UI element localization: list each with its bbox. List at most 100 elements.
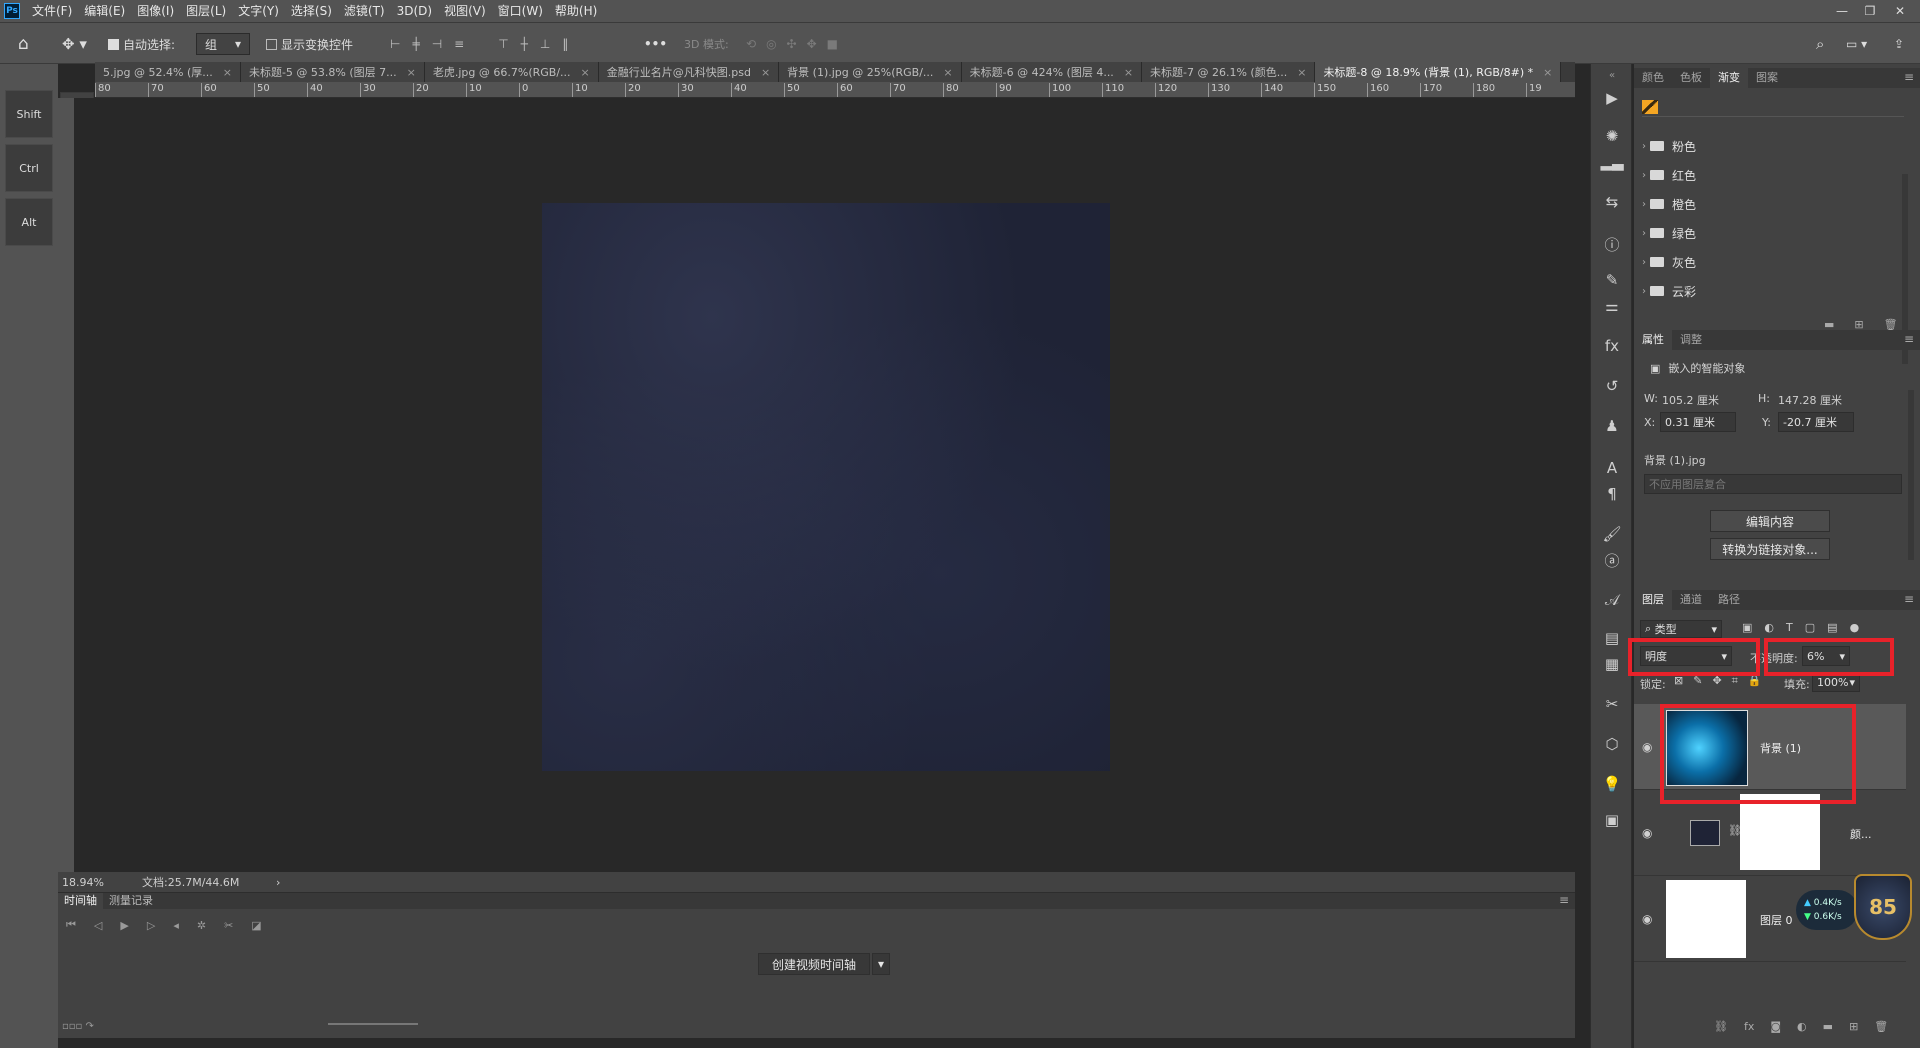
filter-type-icon[interactable]: T — [1786, 621, 1793, 634]
document-tab[interactable]: 未标题-5 @ 53.8% (图层 7... × — [240, 62, 425, 82]
tab-close-icon[interactable]: × — [943, 66, 952, 79]
glyphs-icon[interactable]: ⓐ — [1591, 546, 1633, 574]
filter-adjustment-icon[interactable]: ◐ — [1764, 621, 1774, 634]
create-video-timeline-button[interactable]: 创建视频时间轴 — [758, 953, 870, 975]
lock-artboard-icon[interactable]: ⌗ — [1732, 674, 1738, 688]
panel-tab[interactable]: 路径 — [1710, 590, 1748, 610]
panel-menu-icon[interactable]: ≡ — [1904, 592, 1914, 606]
gradient-folder[interactable]: › 橙色 — [1642, 190, 1904, 218]
distribute-vertical-icon[interactable]: ‖ — [562, 37, 568, 51]
gradient-folder[interactable]: › 绿色 — [1642, 219, 1904, 247]
settings-icon[interactable]: ✲ — [197, 919, 206, 932]
lock-pixels-icon[interactable]: ⊠ — [1674, 674, 1683, 688]
new-group-icon[interactable]: ▬ — [1823, 1020, 1833, 1033]
tab-close-icon[interactable]: × — [407, 66, 416, 79]
visibility-eye-icon[interactable]: ◉ — [1642, 826, 1658, 840]
shape-icon[interactable]: ▣ — [1591, 806, 1633, 834]
tools-icon[interactable]: ✂ — [1591, 690, 1633, 718]
document-tab[interactable]: 背景 (1).jpg @ 25%(RGB/... × — [779, 62, 962, 82]
tab-close-icon[interactable]: × — [761, 66, 770, 79]
align-middle-icon[interactable]: ┼ — [521, 37, 528, 51]
align-left-icon[interactable]: ⊢ — [390, 37, 400, 51]
lock-position-icon[interactable]: ✥ — [1712, 674, 1721, 688]
panel-menu-icon[interactable]: ≡ — [1559, 893, 1569, 909]
tab-close-icon[interactable]: × — [1124, 66, 1133, 79]
panel-tab[interactable]: 属性 — [1634, 330, 1672, 350]
chevron-right-icon[interactable]: › — [1642, 228, 1646, 239]
menu-item[interactable]: 文字(Y) — [232, 0, 285, 22]
brush-settings-icon[interactable]: ✺ — [1591, 122, 1633, 150]
share-icon[interactable]: ⇪ — [1894, 23, 1904, 65]
type-style-icon[interactable]: 𝒜 — [1591, 586, 1633, 614]
next-frame-icon[interactable]: ▷ — [147, 919, 155, 932]
menu-item[interactable]: 视图(V) — [438, 0, 492, 22]
paint-icon[interactable]: 🖌 — [1591, 520, 1633, 548]
adjustment-icon[interactable]: ⇆ — [1591, 188, 1633, 216]
filter-smart-icon[interactable]: ▤ — [1827, 621, 1837, 634]
character-icon[interactable]: A — [1591, 454, 1633, 482]
restore-icon[interactable]: ❐ — [1856, 0, 1884, 22]
histogram-icon[interactable]: ▂▃ — [1591, 148, 1633, 176]
alt-key-button[interactable]: Alt — [5, 198, 53, 246]
layer-name[interactable]: 图层 0 — [1760, 912, 1793, 928]
slide-3d-icon[interactable]: ✥ — [807, 37, 817, 51]
menu-item[interactable]: 选择(S) — [285, 0, 338, 22]
shift-key-button[interactable]: Shift — [5, 90, 53, 138]
add-mask-icon[interactable]: ◙ — [1770, 1020, 1781, 1033]
history-icon[interactable]: ↺ — [1591, 372, 1633, 400]
layer-name[interactable]: 颜... — [1850, 826, 1872, 842]
chevron-right-icon[interactable]: › — [1642, 170, 1646, 181]
learn-icon[interactable]: 💡 — [1591, 770, 1633, 798]
audio-icon[interactable]: ◂ — [173, 919, 179, 932]
camera-3d-icon[interactable]: ■ — [827, 37, 838, 51]
document-tab[interactable]: 未标题-6 @ 424% (图层 4... × — [961, 62, 1143, 82]
tab-close-icon[interactable]: × — [223, 66, 232, 79]
layer-mask-thumbnail[interactable] — [1740, 794, 1820, 870]
3d-icon[interactable]: ⬡ — [1591, 730, 1633, 758]
lock-all-icon[interactable]: 🔒 — [1748, 674, 1762, 688]
panel-tab[interactable]: 色板 — [1672, 68, 1710, 88]
chevron-right-icon[interactable]: › — [1642, 141, 1646, 152]
menu-item[interactable]: 窗口(W) — [492, 0, 549, 22]
more-options-button[interactable]: ••• — [644, 23, 667, 65]
align-right-icon[interactable]: ⊣ — [432, 37, 442, 51]
sliders-icon[interactable]: ⚌ — [1591, 292, 1633, 320]
tab-measurement-log[interactable]: 测量记录 — [103, 893, 159, 909]
tab-close-icon[interactable]: × — [1297, 66, 1306, 79]
tab-close-icon[interactable]: × — [1543, 66, 1552, 79]
menu-item[interactable]: 编辑(E) — [78, 0, 131, 22]
drag-3d-icon[interactable]: ✣ — [787, 37, 797, 51]
align-center-icon[interactable]: ╪ — [412, 37, 419, 51]
chevron-down-icon[interactable]: ▾ — [872, 953, 890, 975]
chevron-right-icon[interactable]: › — [1642, 199, 1646, 210]
chevron-right-icon[interactable]: › — [1642, 257, 1646, 268]
roll-3d-icon[interactable]: ◎ — [766, 37, 776, 51]
menu-item[interactable]: 图层(L) — [180, 0, 232, 22]
document-tab[interactable]: 未标题-7 @ 26.1% (颜色... × — [1142, 62, 1316, 82]
panel-menu-icon[interactable]: ≡ — [1904, 70, 1914, 84]
panel-tab[interactable]: 调整 — [1672, 330, 1710, 350]
edit-contents-button[interactable]: 编辑内容 — [1710, 510, 1830, 532]
panel-tab[interactable]: 渐变 — [1710, 68, 1748, 88]
first-frame-icon[interactable]: ⏮ — [66, 918, 76, 932]
minimize-icon[interactable]: — — [1828, 0, 1856, 22]
document-tab[interactable]: 5.jpg @ 52.4% (厚... × — [95, 62, 241, 82]
document-tab[interactable]: 金融行业名片@凡科快图.psd × — [598, 62, 780, 82]
document-tab[interactable]: 老虎.jpg @ 66.7%(RGB/... × — [424, 62, 599, 82]
menu-item[interactable]: 滤镜(T) — [338, 0, 391, 22]
home-icon[interactable]: ⌂ — [18, 23, 29, 65]
actions-icon[interactable]: ▶ — [1591, 84, 1633, 112]
styles-fx-icon[interactable]: fx — [1591, 332, 1633, 360]
tab-timeline[interactable]: 时间轴 — [58, 893, 103, 909]
layer-filter-select[interactable]: ⌕ 类型 ▾ — [1640, 620, 1722, 638]
gradient-preview-icon[interactable] — [1642, 100, 1658, 114]
notes-icon[interactable]: ▦ — [1591, 650, 1633, 678]
menu-item[interactable]: 文件(F) — [26, 0, 78, 22]
panel-tab[interactable]: 图案 — [1748, 68, 1786, 88]
level-badge[interactable]: 85 — [1854, 874, 1912, 940]
panel-tab[interactable]: 通道 — [1672, 590, 1710, 610]
menu-item[interactable]: 帮助(H) — [549, 0, 603, 22]
auto-select-dropdown[interactable]: 组 ▾ — [196, 33, 250, 55]
align-bottom-icon[interactable]: ⊥ — [540, 37, 550, 51]
document-canvas[interactable] — [542, 203, 1110, 771]
